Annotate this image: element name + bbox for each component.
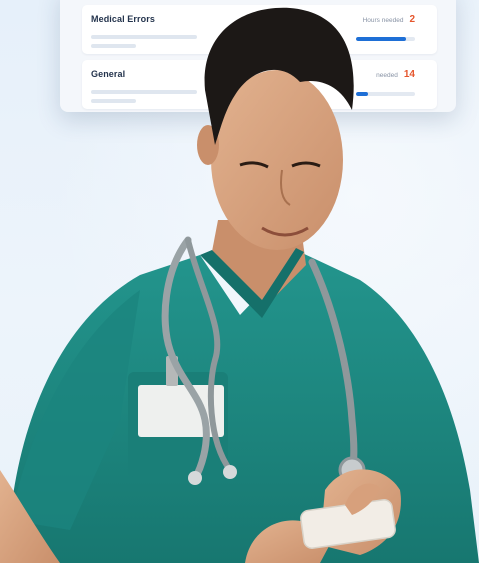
- stethoscope-earpiece: [223, 465, 237, 479]
- nurse-photo: [0, 7, 479, 563]
- stethoscope-earpiece: [188, 471, 202, 485]
